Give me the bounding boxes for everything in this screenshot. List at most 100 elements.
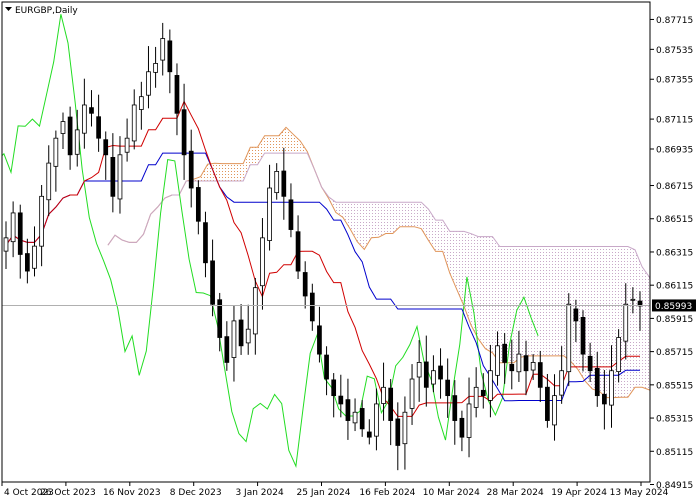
candle-body [302,272,308,297]
candle-body [516,353,522,373]
candle-body [509,363,515,372]
cloud-segment [221,163,229,182]
y-tick-label: 0.86935 [656,145,693,155]
cloud-segment [378,202,386,238]
x-tick-label: 3 Jan 2024 [235,488,283,498]
cloud-segment [399,202,408,227]
candle-body [616,337,621,372]
candle-body [203,222,208,264]
candle-body [117,154,123,200]
candle-body [359,408,365,430]
candle-body [252,287,258,335]
candle-body [39,195,44,247]
candle-body [146,71,151,96]
x-tick-label: 19 Apr 2024 [551,488,607,498]
cloud-segment [556,246,564,356]
candle-body [188,150,194,189]
candle-body [138,96,144,110]
cloud-segment [627,246,636,398]
candle-body [566,303,572,373]
candle-body [388,387,394,421]
symbol-label: EURGBP,Daily [15,6,78,16]
candle-body [82,104,87,134]
candle-body [295,231,301,272]
candle-body [96,116,101,139]
candle-body [374,403,379,437]
cloud-segment [521,246,529,358]
cloud-segment [485,236,493,353]
y-tick-label: 0.85115 [656,448,693,458]
candle-body [17,212,23,255]
cloud-segment [414,202,422,229]
y-tick-label: 0.86515 [656,215,693,225]
cloud-segment [250,147,258,165]
candle-body [245,328,251,344]
cloud-segment [435,220,443,252]
candle-body [609,370,614,406]
cloud-segment [542,246,550,356]
x-tick-label: 28 Mar 2024 [487,488,544,498]
x-tick-label: 13 May 2024 [610,488,669,498]
candle-body [153,63,158,73]
ichimoku-chart: 0.87715 0.87535 0.87355 0.87115 0.86935 0.867… [0,0,700,500]
candle-body [67,116,73,156]
candle-body [32,245,37,269]
x-tick-label: 16 Nov 2023 [103,488,161,498]
cloud-segment [407,202,415,227]
candle-body [338,395,344,405]
x-tick-label: 26 Oct 2023 [40,488,96,498]
y-tick-label: 0.87115 [656,116,693,126]
candle-body [580,316,586,355]
candle-body [267,187,272,241]
candle-body [438,365,443,380]
candle-body [416,362,422,378]
candle-body [260,237,265,287]
candle-body [124,137,130,153]
candle-body [452,395,458,421]
candle-body [395,418,401,446]
candle-body [473,386,479,408]
cloud-segment [570,246,579,370]
candle-body [594,368,600,397]
candle-body [181,109,187,156]
y-tick-label: 0.85715 [656,348,693,358]
y-tick-label: 0.86115 [656,282,693,292]
candle-body [317,325,322,355]
cloud-segment [492,236,500,363]
candle-body [89,107,94,114]
candle-body [160,38,166,61]
candle-body [331,379,337,397]
cloud-segment [642,266,650,390]
candle-body [210,260,215,305]
cloud-segment [236,163,244,182]
candle-body [10,212,16,243]
candle-body [630,298,636,301]
candle-body [103,139,109,156]
candle-body [309,292,315,322]
cloud-segment [385,202,393,234]
y-tick-label: 0.86315 [656,248,693,258]
candle-body [167,40,173,73]
candle-body [459,417,465,438]
cloud-segment [478,236,486,349]
candle-body [559,370,564,396]
candle-body [195,187,201,222]
x-tick-label: 16 Feb 2024 [359,488,415,498]
candle-body [224,336,230,363]
cloud-segment [371,202,379,238]
y-tick-label: 0.86715 [656,182,693,192]
candle-body [530,362,536,371]
y-tick-label: 0.87355 [656,76,693,86]
y-tick-label: 0.85515 [656,381,693,391]
candle-body [537,362,543,388]
chart: 0.87715 0.87535 0.87355 0.87115 0.86935 0.867… [0,0,700,500]
cloud-segment [535,246,543,356]
candle-body [402,411,408,445]
candle-body [60,121,66,134]
cloud-segment [264,135,272,154]
y-tick-label: 0.85315 [656,415,693,425]
candle-body [110,157,116,197]
candle-body [324,354,329,380]
candle-body [573,308,579,322]
candle-body [53,137,59,167]
